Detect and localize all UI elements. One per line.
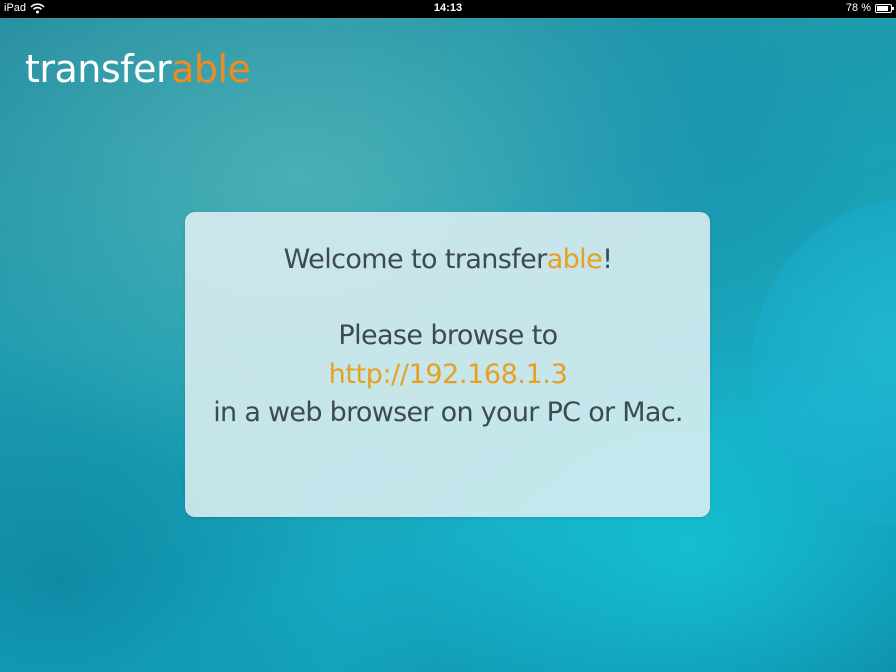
welcome-prefix: Welcome to transfer (283, 244, 548, 275)
logo-text-accent: able (171, 47, 251, 91)
browse-instruction: Please browse to (338, 320, 558, 351)
app-logo: transferable (25, 47, 251, 91)
status-bar-right: 78 % (845, 2, 894, 14)
battery-icon (875, 3, 894, 13)
welcome-accent: able (546, 244, 603, 275)
welcome-suffix: ! (602, 244, 613, 275)
status-bar: iPad 14:13 78 % (0, 0, 896, 18)
logo-text-white: transfer (25, 47, 172, 91)
browser-instruction: in a web browser on your PC or Mac. (213, 397, 683, 428)
clock: 14:13 (433, 2, 463, 14)
battery-percentage: 78 % (845, 2, 871, 14)
welcome-heading: Welcome to transferable! (0, 244, 896, 275)
server-url: http://192.168.1.3 (328, 359, 568, 390)
